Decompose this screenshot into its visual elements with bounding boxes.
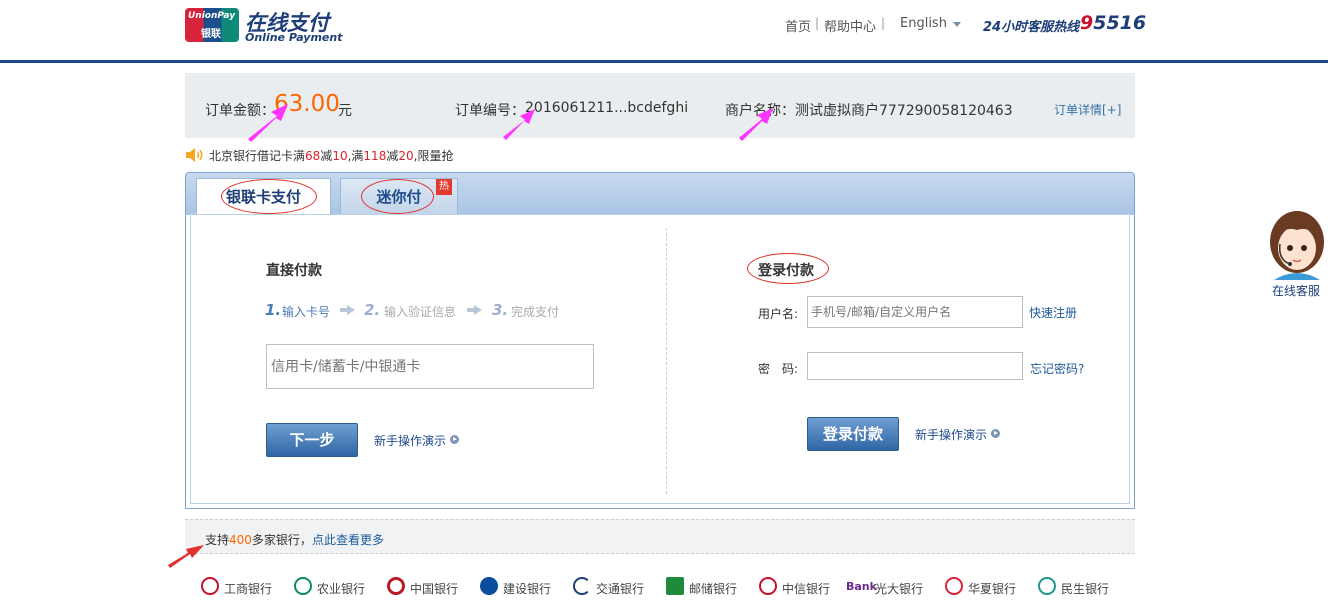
bank-name[interactable]: 中信银行 bbox=[782, 580, 830, 597]
hxb-icon bbox=[945, 577, 963, 595]
step-3-number: 3. bbox=[492, 301, 509, 319]
language-selector[interactable]: English bbox=[900, 16, 947, 31]
step-arrow-icon bbox=[474, 305, 482, 315]
demo-link-direct[interactable]: 新手操作演示 bbox=[374, 432, 446, 449]
step-3-label: 完成支付 bbox=[511, 305, 560, 319]
nav-home-link[interactable]: 首页 bbox=[785, 16, 811, 35]
citic-icon bbox=[759, 577, 777, 595]
bank-name[interactable]: 中国银行 bbox=[410, 580, 458, 597]
step-1-label: 输入卡号 bbox=[282, 305, 331, 319]
card-number-input[interactable] bbox=[266, 344, 594, 389]
promo-banner[interactable]: 北京银行借记卡满68减10,满118减20,限量抢 bbox=[209, 147, 453, 164]
step-arrow-icon bbox=[340, 308, 347, 312]
bocom-icon bbox=[573, 577, 591, 595]
hotline-label: 24小时客服热线 bbox=[983, 20, 1080, 35]
direct-pay-title: 直接付款 bbox=[266, 263, 322, 279]
hotline-digits: 5516 bbox=[1093, 12, 1147, 34]
step-2-number: 2. bbox=[364, 301, 381, 319]
username-label: 用户名: bbox=[758, 307, 799, 321]
bank-name[interactable]: 工商银行 bbox=[224, 580, 272, 597]
nav-help-link[interactable]: 帮助中心 bbox=[824, 16, 876, 35]
order-details-link[interactable]: 订单详情[+] bbox=[1054, 101, 1121, 118]
form-divider bbox=[666, 228, 667, 494]
customer-service-avatar-icon[interactable] bbox=[1266, 208, 1328, 280]
next-step-button[interactable]: 下一步 bbox=[266, 423, 358, 457]
bank-name[interactable]: 交通银行 bbox=[596, 580, 644, 597]
login-pay-title: 登录付款 bbox=[758, 263, 814, 279]
abc-icon bbox=[294, 577, 312, 595]
icbc-icon bbox=[201, 577, 219, 595]
quick-register-link[interactable]: 快速注册 bbox=[1029, 304, 1077, 321]
bank-name[interactable]: 建设银行 bbox=[503, 580, 551, 597]
play-icon[interactable] bbox=[450, 435, 459, 444]
bank-name[interactable]: 农业银行 bbox=[317, 580, 365, 597]
username-input[interactable] bbox=[807, 296, 1023, 328]
login-pay-button[interactable]: 登录付款 bbox=[807, 417, 899, 451]
ceb-icon: Bank bbox=[846, 580, 877, 593]
boc-icon bbox=[387, 577, 405, 595]
step-arrow-icon bbox=[347, 305, 355, 315]
step-2-label: 输入验证信息 bbox=[384, 305, 457, 319]
password-label: 密 码: bbox=[758, 362, 799, 376]
password-input[interactable] bbox=[807, 352, 1023, 380]
order-number-value: 2016061211...bcdefghi bbox=[525, 100, 689, 116]
hotline-digit-accent: 9 bbox=[1080, 12, 1094, 34]
chevron-down-icon[interactable] bbox=[953, 22, 961, 27]
merchant-name-value: 测试虚拟商户777290058120463 bbox=[795, 103, 1013, 119]
brand-subtitle: Online Payment bbox=[245, 31, 343, 44]
hotline-number: 95516 bbox=[1080, 12, 1146, 34]
cmbc-icon bbox=[1038, 577, 1056, 595]
bank-name[interactable]: 民生银行 bbox=[1061, 580, 1109, 597]
hot-badge: 热 bbox=[436, 179, 452, 195]
bank-support-text: 支持400多家银行，点此查看更多 bbox=[205, 533, 384, 547]
nav-separator: | bbox=[881, 16, 886, 30]
unionpay-logo: UnionPay 银联 bbox=[185, 8, 239, 42]
ccb-icon bbox=[480, 577, 498, 595]
speaker-icon bbox=[186, 148, 203, 162]
bank-name[interactable]: 光大银行 bbox=[875, 580, 923, 597]
header-divider bbox=[0, 60, 1328, 63]
forgot-password-link[interactable]: 忘记密码? bbox=[1030, 360, 1084, 377]
order-amount-value: 63.00 bbox=[274, 91, 340, 117]
online-service-label[interactable]: 在线客服 bbox=[1272, 282, 1320, 299]
play-icon[interactable] bbox=[991, 429, 1000, 438]
bank-name[interactable]: 邮储银行 bbox=[689, 580, 737, 597]
view-more-banks-link[interactable]: 点此查看更多 bbox=[312, 533, 384, 547]
step-1-number: 1. bbox=[265, 301, 282, 319]
psbc-icon bbox=[666, 577, 684, 595]
order-number-label: 订单编号： bbox=[455, 103, 525, 119]
nav-separator: | bbox=[815, 16, 820, 30]
order-amount-unit: 元 bbox=[338, 103, 352, 119]
demo-link-login[interactable]: 新手操作演示 bbox=[915, 426, 987, 443]
step-arrow-icon bbox=[467, 308, 474, 312]
tab-unionpay-card[interactable]: 银联卡支付 bbox=[196, 178, 331, 215]
merchant-name-label: 商户名称： bbox=[725, 103, 795, 119]
bank-name[interactable]: 华夏银行 bbox=[968, 580, 1016, 597]
order-amount-label: 订单金额： bbox=[205, 103, 275, 119]
